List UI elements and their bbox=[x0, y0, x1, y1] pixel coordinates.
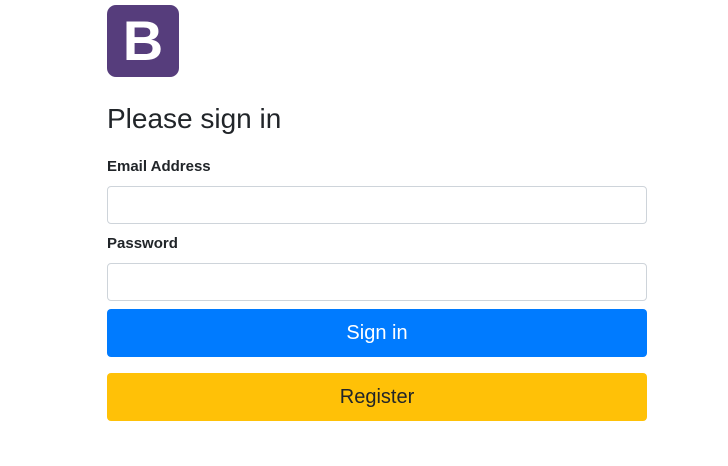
sign-in-button[interactable]: Sign in bbox=[107, 309, 647, 357]
email-label: Email Address bbox=[107, 158, 211, 175]
email-field[interactable] bbox=[107, 186, 647, 224]
bootstrap-logo-icon: B bbox=[107, 5, 179, 77]
logo-letter: B bbox=[122, 9, 164, 72]
password-label: Password bbox=[107, 235, 178, 252]
signin-form: B Please sign in Email Address Password … bbox=[107, 5, 647, 421]
register-button[interactable]: Register bbox=[107, 373, 647, 421]
password-field[interactable] bbox=[107, 263, 647, 301]
page-title: Please sign in bbox=[107, 103, 282, 134]
